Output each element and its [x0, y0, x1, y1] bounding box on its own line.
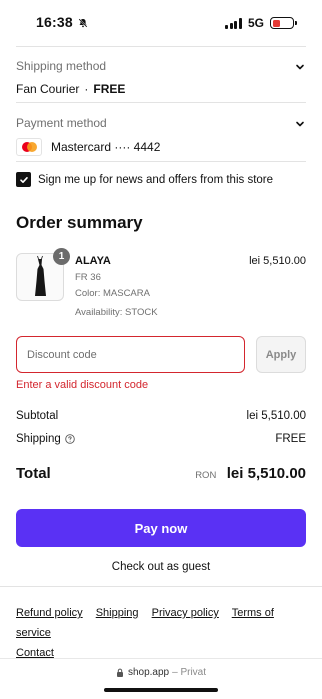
total-currency: RON	[195, 470, 217, 481]
status-bar: 16:38 5G	[0, 0, 322, 46]
payment-method-row[interactable]: Payment method Mastercard ···· 4442	[16, 116, 306, 156]
shipping-method-label: Shipping method	[16, 59, 107, 73]
footer-links: Refund policy Shipping Privacy policy Te…	[16, 603, 312, 663]
shipping-carrier: Fan Courier	[16, 82, 80, 96]
newsletter-opt-in[interactable]: Sign me up for news and offers from this…	[16, 172, 273, 187]
shipping-row: Shipping FREE	[16, 433, 306, 445]
product-name: ALAYA	[75, 255, 111, 267]
order-summary-title: Order summary	[16, 213, 143, 232]
quantity-badge: 1	[53, 248, 70, 265]
divider	[16, 161, 306, 162]
shipping-method-row[interactable]: Shipping method Fan Courier · FREE	[16, 59, 306, 96]
mastercard-icon	[16, 138, 42, 156]
payment-card-label: Mastercard ···· 4442	[51, 140, 161, 154]
shipping-separator: ·	[84, 82, 89, 96]
product-price: lei 5,510.00	[249, 255, 306, 267]
battery-icon	[270, 17, 297, 29]
footer-divider	[0, 586, 322, 587]
product-info: ALAYA FR 36 Color: MASCARA Availability:…	[75, 255, 158, 318]
browser-bar-divider	[0, 658, 322, 659]
shipping-summary-label: Shipping	[16, 433, 61, 445]
url-bar[interactable]: shop.app – Privat	[0, 667, 322, 678]
chevron-down-icon[interactable]	[294, 118, 306, 130]
lock-icon	[116, 668, 123, 677]
status-time-label: 16:38	[36, 14, 73, 30]
product-availability: Availability: STOCK	[75, 307, 158, 318]
shipping-label-group: Shipping	[16, 433, 75, 445]
subtotal-row: Subtotal lei 5,510.00	[16, 410, 306, 422]
network-label: 5G	[247, 16, 264, 30]
shipping-policy-link[interactable]: Shipping	[96, 607, 139, 619]
total-row: Total RON lei 5,510.00	[16, 465, 306, 483]
url-text: shop.app	[127, 667, 170, 678]
signal-icon	[225, 17, 242, 29]
privacy-policy-link[interactable]: Privacy policy	[152, 607, 219, 619]
discount-error-message: Enter a valid discount code	[16, 379, 149, 391]
pay-now-button[interactable]: Pay now	[16, 509, 306, 547]
subtotal-label: Subtotal	[16, 410, 59, 422]
apply-discount-button[interactable]: Apply	[256, 336, 306, 373]
bell-slash-icon	[78, 18, 88, 28]
product-size: FR 36	[75, 272, 101, 283]
newsletter-label: Sign me up for news and offers from this…	[38, 173, 274, 186]
shipping-summary-value: FREE	[275, 433, 306, 445]
checkmark-icon	[19, 176, 28, 183]
newsletter-checkbox[interactable]	[16, 172, 31, 187]
divider	[16, 46, 306, 47]
shipping-method-value: Fan Courier · FREE	[16, 82, 306, 96]
checkout-as-guest-link[interactable]: Check out as guest	[0, 561, 322, 573]
home-indicator[interactable]	[104, 688, 218, 692]
refund-policy-link[interactable]: Refund policy	[16, 607, 83, 619]
payment-method-value: Mastercard ···· 4442	[16, 138, 306, 156]
subtotal-value: lei 5,510.00	[246, 410, 306, 422]
status-indicators: 5G	[225, 16, 297, 30]
discount-code-input[interactable]	[16, 336, 245, 373]
url-suffix: – Privat	[172, 667, 207, 678]
total-amount-group: RON lei 5,510.00	[195, 465, 306, 483]
total-label: Total	[16, 465, 51, 482]
payment-method-label: Payment method	[16, 116, 107, 130]
product-color: Color: MASCARA	[75, 288, 150, 299]
shipping-price: FREE	[93, 82, 126, 96]
total-value: lei 5,510.00	[226, 465, 306, 482]
status-time: 16:38	[36, 14, 88, 30]
divider	[16, 102, 306, 103]
chevron-down-icon[interactable]	[294, 61, 306, 73]
help-icon[interactable]	[65, 434, 75, 444]
